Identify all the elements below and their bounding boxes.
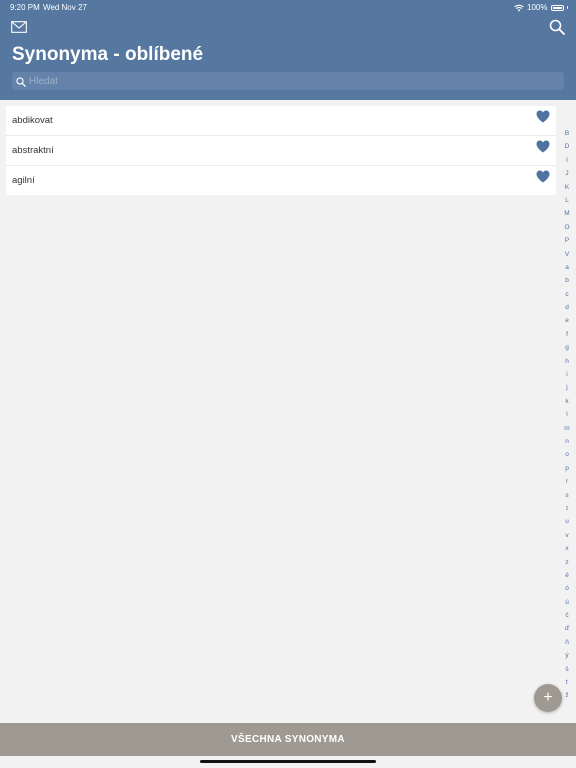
mail-icon[interactable] — [11, 20, 27, 34]
search-bar[interactable] — [12, 72, 564, 90]
index-letter[interactable]: g — [565, 341, 569, 354]
index-letter[interactable]: ď — [565, 622, 569, 635]
wifi-icon — [514, 4, 524, 11]
index-letter[interactable]: é — [565, 569, 569, 582]
index-letter[interactable]: a — [565, 261, 569, 274]
index-letter[interactable]: b — [565, 274, 569, 287]
header: 9:20 PM Wed Nov 27 100% Synonyma - oblíb… — [0, 0, 576, 100]
index-letter[interactable]: k — [565, 395, 568, 408]
battery-fill — [552, 6, 562, 9]
search-input[interactable] — [29, 72, 549, 90]
index-letter[interactable]: t — [566, 502, 568, 515]
index-letter[interactable]: r — [566, 475, 568, 488]
all-synonyms-button[interactable]: VŠECHNA SYNONYMA — [0, 723, 576, 756]
search-field-icon — [16, 77, 26, 87]
status-bar: 9:20 PM Wed Nov 27 100% — [0, 0, 576, 14]
index-letter[interactable]: f — [566, 328, 568, 341]
index-letter[interactable]: V — [565, 248, 569, 261]
battery-tip — [566, 6, 568, 9]
index-letter[interactable]: c — [565, 288, 568, 301]
add-button[interactable]: + — [534, 684, 562, 712]
index-letter[interactable]: e — [565, 314, 569, 327]
index-letter[interactable]: ý — [565, 649, 568, 662]
list-item-label: agilní — [12, 175, 35, 186]
list-item[interactable]: abstraktní — [6, 136, 556, 166]
battery-icon — [550, 4, 564, 11]
index-letter[interactable]: P — [565, 234, 569, 247]
index-letter[interactable]: č — [565, 609, 568, 622]
list-item[interactable]: agilní — [6, 166, 556, 195]
index-letter[interactable]: š — [565, 663, 568, 676]
index-letter[interactable]: v — [565, 529, 568, 542]
index-letter[interactable]: O — [564, 221, 569, 234]
index-letter[interactable]: h — [565, 355, 569, 368]
status-indicators: 100% — [514, 3, 568, 12]
favorites-list: abdikovat abstraktní agilní — [6, 106, 556, 195]
list-item-label: abstraktní — [12, 145, 54, 156]
index-letter[interactable]: n — [565, 435, 569, 448]
index-letter[interactable]: l — [566, 408, 567, 421]
battery-percent: 100% — [527, 3, 548, 12]
page-title: Synonyma - oblíbené — [12, 44, 204, 65]
index-letter[interactable]: I — [566, 154, 568, 167]
index-letter[interactable]: ť — [566, 676, 568, 689]
heart-icon[interactable] — [536, 110, 550, 123]
status-date: Wed Nov 27 — [43, 3, 87, 12]
heart-icon[interactable] — [536, 170, 550, 183]
index-letter[interactable]: L — [565, 194, 569, 207]
status-time: 9:20 PM — [10, 3, 40, 12]
index-letter[interactable]: B — [565, 127, 569, 140]
index-letter[interactable]: i — [566, 368, 567, 381]
index-letter[interactable]: ó — [565, 582, 569, 595]
index-letter[interactable]: d — [565, 301, 569, 314]
index-letter[interactable]: m — [564, 422, 569, 435]
index-letter[interactable]: o — [565, 448, 569, 461]
index-letter[interactable]: j — [566, 381, 567, 394]
index-letter[interactable]: ň — [565, 636, 569, 649]
index-letter[interactable]: u — [565, 515, 569, 528]
index-letter[interactable]: ú — [565, 596, 569, 609]
index-letter[interactable]: p — [565, 462, 569, 475]
heart-icon[interactable] — [536, 140, 550, 153]
index-letter[interactable]: D — [565, 140, 570, 153]
index-letter[interactable]: J — [565, 167, 568, 180]
alphabet-index[interactable]: BDIJKLMOPVabcdefghijklmnoprstuvxzéóúčďňý… — [561, 127, 573, 703]
index-letter[interactable]: ž — [565, 689, 568, 702]
home-indicator — [200, 760, 376, 763]
index-letter[interactable]: z — [565, 556, 568, 569]
list-item[interactable]: abdikovat — [6, 106, 556, 136]
index-letter[interactable]: x — [565, 542, 568, 555]
index-letter[interactable]: M — [564, 207, 569, 220]
index-letter[interactable]: s — [565, 489, 568, 502]
index-letter[interactable]: K — [565, 181, 569, 194]
search-icon[interactable] — [549, 19, 565, 35]
list-item-label: abdikovat — [12, 115, 53, 126]
